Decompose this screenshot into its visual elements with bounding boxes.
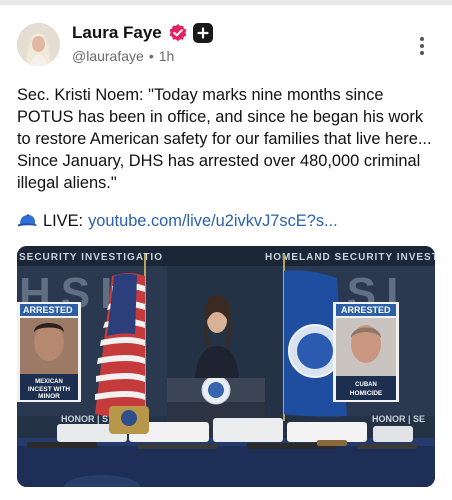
poster-left-line1: MEXICAN	[35, 379, 63, 385]
poster-left-line2: INCEST WITH	[28, 386, 71, 393]
live-row: LIVE: youtube.com/live/u2ivkvJ7scE?s...	[17, 210, 437, 232]
live-label: LIVE:	[43, 212, 84, 230]
poster-left-tag: ARRESTED	[23, 305, 73, 315]
avatar[interactable]	[17, 23, 60, 66]
poster-right-line2: HOMICIDE	[350, 390, 383, 397]
menu-dot	[420, 51, 424, 55]
poster-right-line1: CUBAN	[355, 382, 377, 388]
banner-text-right: HOMELAND SECURITY INVESTI	[265, 252, 435, 263]
menu-dot	[420, 37, 424, 41]
banner-text-left: SECURITY INVESTIGATIO	[19, 252, 163, 263]
live-stream-link[interactable]: youtube.com/live/u2ivkvJ7scE?s...	[88, 210, 338, 232]
more-vertical-icon[interactable]	[413, 35, 431, 57]
plus-icon[interactable]	[192, 23, 213, 43]
arrested-poster-right: ARRESTED CUBAN HOMICIDE	[333, 302, 399, 402]
post-time: 1h	[158, 48, 175, 64]
author-name[interactable]: Laura Faye	[72, 23, 162, 43]
author-handle[interactable]: @laurafaye	[72, 48, 144, 64]
post-card[interactable]: Laura Faye @laurafaye • 1h Sec. Kristi N…	[0, 5, 452, 500]
post-media-image[interactable]: SECURITY INVESTIGATIO HOMELAND SECURITY …	[17, 246, 435, 487]
meta-separator: •	[148, 48, 154, 64]
arrested-poster-left: ARRESTED MEXICAN INCEST WITH MINOR	[17, 302, 81, 402]
author-meta: @laurafaye • 1h	[72, 48, 174, 64]
poster-left-line3: MINOR	[38, 393, 60, 400]
honor-text-left: HONOR | S	[61, 414, 108, 424]
honor-text-right: HONOR | SE	[372, 414, 425, 424]
verified-badge-icon	[168, 23, 188, 43]
menu-dot	[420, 44, 424, 48]
cap-icon	[17, 213, 37, 229]
post-text: Sec. Kristi Noem: "Today marks nine mont…	[17, 86, 432, 192]
author-row: Laura Faye	[72, 22, 213, 44]
poster-right-tag: ARRESTED	[341, 305, 391, 315]
